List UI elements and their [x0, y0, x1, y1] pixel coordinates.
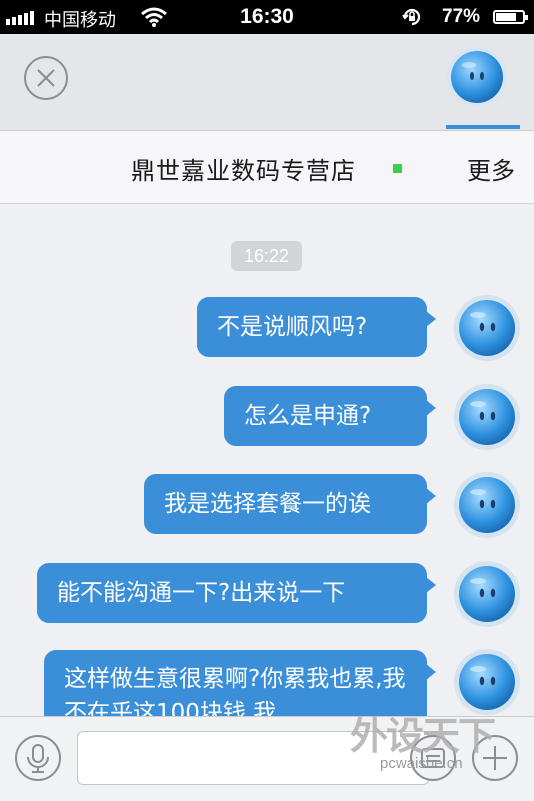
- active-tab-indicator: [446, 125, 520, 129]
- top-bar: [0, 34, 534, 131]
- sender-avatar-icon[interactable]: [453, 294, 521, 362]
- message-bubble[interactable]: 我是选择套餐一的诶: [144, 474, 436, 534]
- emoji-button[interactable]: [410, 735, 456, 781]
- message-timestamp: 16:22: [231, 241, 302, 271]
- chat-area[interactable]: 16:22 不是说顺风吗? 怎么是申通? 我是选择套餐一的诶 能不能沟通一下?出…: [0, 204, 534, 716]
- close-button[interactable]: [24, 56, 68, 100]
- status-bar: 中国移动 16:30 77%: [0, 0, 534, 34]
- rotation-lock-icon: [402, 8, 421, 26]
- emoji-icon: [421, 748, 445, 768]
- message-bubble[interactable]: 这样做生意很累啊?你累我也累,我不在乎这100块钱,我: [44, 650, 436, 716]
- more-button[interactable]: 更多: [467, 151, 515, 186]
- sender-avatar-icon[interactable]: [453, 648, 521, 716]
- battery-icon: [493, 10, 528, 24]
- shop-name[interactable]: 鼎世嘉业数码专营店: [131, 151, 356, 186]
- shop-header: 鼎世嘉业数码专营店 更多: [0, 131, 534, 204]
- plus-icon: [483, 746, 507, 770]
- message-bubble[interactable]: 能不能沟通一下?出来说一下: [37, 563, 436, 623]
- message-input[interactable]: [77, 731, 429, 785]
- aliwangwang-avatar-icon[interactable]: [446, 46, 508, 108]
- message-bubble[interactable]: 怎么是申通?: [224, 386, 436, 446]
- close-icon: [37, 69, 55, 87]
- message-bubble[interactable]: 不是说顺风吗?: [197, 297, 436, 357]
- sender-avatar-icon[interactable]: [453, 383, 521, 451]
- online-status-icon: [393, 164, 402, 173]
- more-actions-button[interactable]: [472, 735, 518, 781]
- input-bar: [0, 716, 534, 801]
- battery-percent: 77%: [442, 6, 481, 27]
- microphone-icon: [27, 744, 49, 773]
- sender-avatar-icon[interactable]: [453, 471, 521, 539]
- voice-button[interactable]: [15, 735, 61, 781]
- sender-avatar-icon[interactable]: [453, 560, 521, 628]
